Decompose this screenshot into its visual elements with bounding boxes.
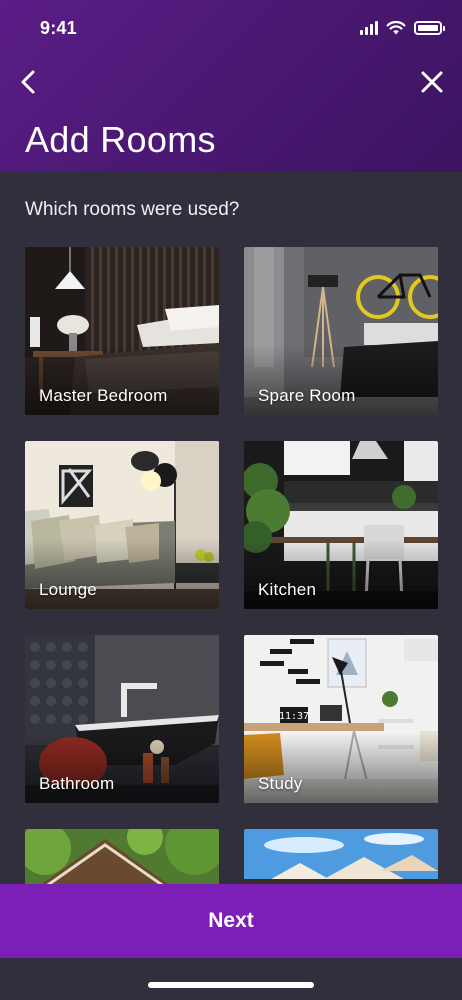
- status-time: 9:41: [40, 18, 77, 38]
- status-bar: 9:41: [0, 0, 462, 56]
- chevron-left-icon: [21, 70, 35, 94]
- battery-icon: [414, 20, 445, 35]
- room-label: Lounge: [39, 580, 97, 599]
- room-card-master-bedroom[interactable]: Master Bedroom: [25, 247, 219, 415]
- close-button[interactable]: [414, 64, 450, 100]
- status-icons: [360, 20, 445, 35]
- room-card-spare-room[interactable]: Spare Room: [244, 247, 438, 415]
- room-card-garden[interactable]: [25, 829, 219, 884]
- room-card-lounge[interactable]: Lounge: [25, 441, 219, 609]
- study-clock-text: 11:37: [279, 711, 309, 722]
- wifi-icon: [386, 20, 406, 35]
- room-label: Kitchen: [258, 580, 317, 599]
- cellular-signal-icon: [360, 20, 378, 35]
- next-button-label: Next: [208, 909, 254, 932]
- home-indicator[interactable]: [148, 982, 314, 988]
- bottom-safe-area: [0, 958, 462, 1000]
- page-title: Add Rooms: [25, 119, 216, 160]
- close-icon: [421, 71, 443, 93]
- room-label: Spare Room: [258, 386, 356, 405]
- room-label: Master Bedroom: [39, 386, 168, 405]
- next-button[interactable]: Next: [0, 884, 462, 958]
- room-card-patio[interactable]: [244, 829, 438, 884]
- header: 9:41 Add Rooms: [0, 0, 462, 172]
- patio-photo: [244, 829, 438, 884]
- room-label: Bathroom: [39, 774, 115, 793]
- back-button[interactable]: [12, 64, 48, 100]
- room-card-study[interactable]: 11:37 Study: [244, 635, 438, 803]
- room-label: Study: [258, 774, 303, 793]
- room-card-bathroom[interactable]: Bathroom: [25, 635, 219, 803]
- rooms-question: Which rooms were used?: [25, 199, 240, 220]
- garden-photo: [25, 829, 219, 884]
- room-grid: Master Bedroom Spare Room Lounge Kitchen…: [25, 247, 438, 884]
- room-card-kitchen[interactable]: Kitchen: [244, 441, 438, 609]
